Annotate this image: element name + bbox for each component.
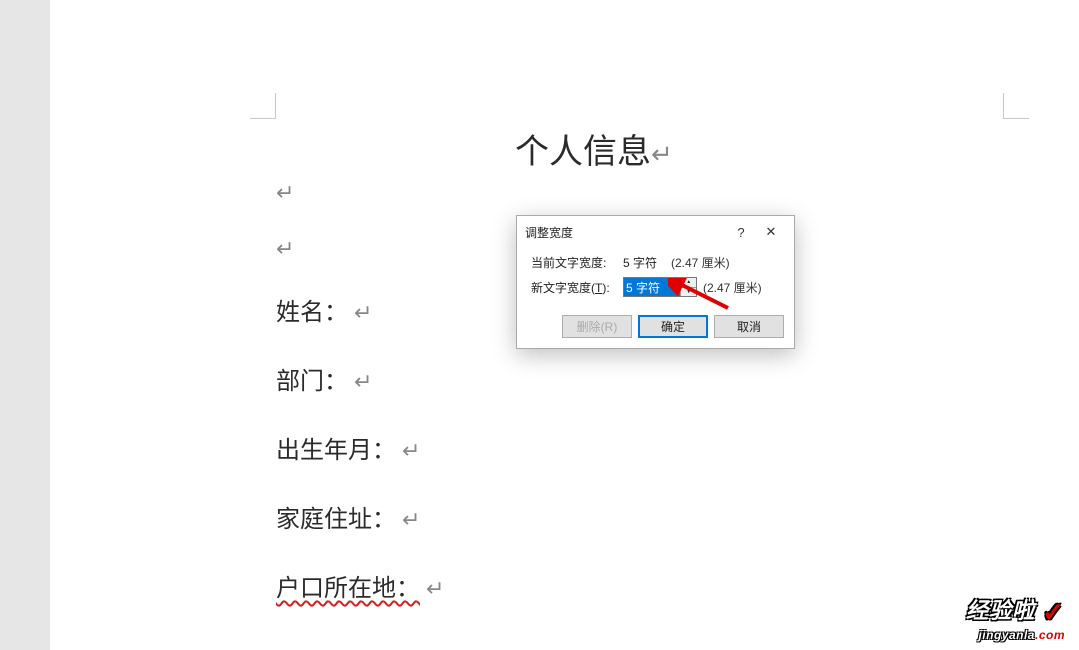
delete-button[interactable]: 删除(R) (562, 315, 632, 338)
pilcrow-icon: ↵ (402, 507, 420, 532)
cancel-button[interactable]: 取消 (714, 315, 784, 338)
margin-corner-tl (250, 93, 276, 119)
pilcrow-icon: ↵ (426, 576, 444, 601)
pilcrow-icon: ↵ (651, 140, 673, 169)
new-width-cm: (2.47 厘米) (703, 279, 762, 296)
page-title[interactable]: 个人信息↵ (515, 124, 673, 173)
ok-button[interactable]: 确定 (638, 315, 708, 338)
field-line-birthdate: 出生年月： ↵ (276, 430, 444, 465)
adjust-width-dialog: 调整宽度 ? ✕ 当前文字宽度: 5 字符 (2.47 厘米) 新文字宽度(T)… (516, 215, 795, 349)
spinner-buttons: ▲ ▼ (680, 278, 696, 296)
new-width-row: 新文字宽度(T): 5 字符 ▲ ▼ (2.47 厘米) (531, 277, 782, 297)
field-label-spellcheck: 户口所在地： (276, 576, 420, 602)
field-label: 出生年月： (276, 438, 396, 464)
close-icon: ✕ (766, 224, 777, 240)
pilcrow-icon: ↵ (402, 438, 420, 463)
pilcrow-icon: ↵ (276, 236, 294, 261)
pilcrow-icon: ↵ (354, 369, 372, 394)
dialog-body: 当前文字宽度: 5 字符 (2.47 厘米) 新文字宽度(T): 5 字符 ▲ … (517, 248, 794, 307)
current-width-label: 当前文字宽度: (531, 254, 623, 271)
field-label: 姓名： (276, 300, 348, 326)
watermark-line1: 经验啦 ✓ (966, 593, 1065, 628)
field-line-address: 家庭住址： ↵ (276, 499, 444, 534)
title-text: 个人信息 (515, 134, 651, 171)
dialog-title: 调整宽度 (525, 224, 726, 241)
help-button[interactable]: ? (726, 222, 756, 242)
dialog-buttons: 删除(R) 确定 取消 (517, 307, 794, 348)
new-width-value: 5 字符 (624, 278, 680, 296)
watermark-line2: jingyanla.com (966, 628, 1065, 642)
check-icon: ✓ (1042, 597, 1065, 628)
margin-corner-tr (1003, 93, 1029, 119)
dialog-titlebar[interactable]: 调整宽度 ? ✕ (517, 216, 794, 248)
field-line-department: 部门： ↵ (276, 361, 444, 396)
field-label: 家庭住址： (276, 507, 396, 533)
field-line-hukou: 户口所在地： ↵ (276, 568, 444, 603)
spinner-up-button[interactable]: ▲ (681, 278, 696, 288)
pilcrow-icon: ↵ (276, 180, 294, 205)
close-button[interactable]: ✕ (756, 222, 786, 242)
new-width-input[interactable]: 5 字符 ▲ ▼ (623, 277, 697, 297)
spinner-down-button[interactable]: ▼ (681, 288, 696, 297)
current-width-row: 当前文字宽度: 5 字符 (2.47 厘米) (531, 254, 782, 271)
new-width-label: 新文字宽度(T): (531, 279, 623, 296)
empty-line: ↵ (276, 236, 444, 262)
field-label: 部门： (276, 369, 348, 395)
current-width-value: 5 字符 (623, 254, 671, 271)
pilcrow-icon: ↵ (354, 300, 372, 325)
field-line-name: 姓名： ↵ (276, 292, 444, 327)
document-body[interactable]: ↵ ↵ 姓名： ↵ 部门： ↵ 出生年月： ↵ 家庭住址： ↵ 户口所在地： ↵ (276, 180, 444, 637)
watermark: 经验啦 ✓ jingyanla.com (966, 593, 1065, 642)
empty-line: ↵ (276, 180, 444, 206)
current-width-cm: (2.47 厘米) (671, 254, 730, 271)
help-icon: ? (737, 225, 744, 240)
